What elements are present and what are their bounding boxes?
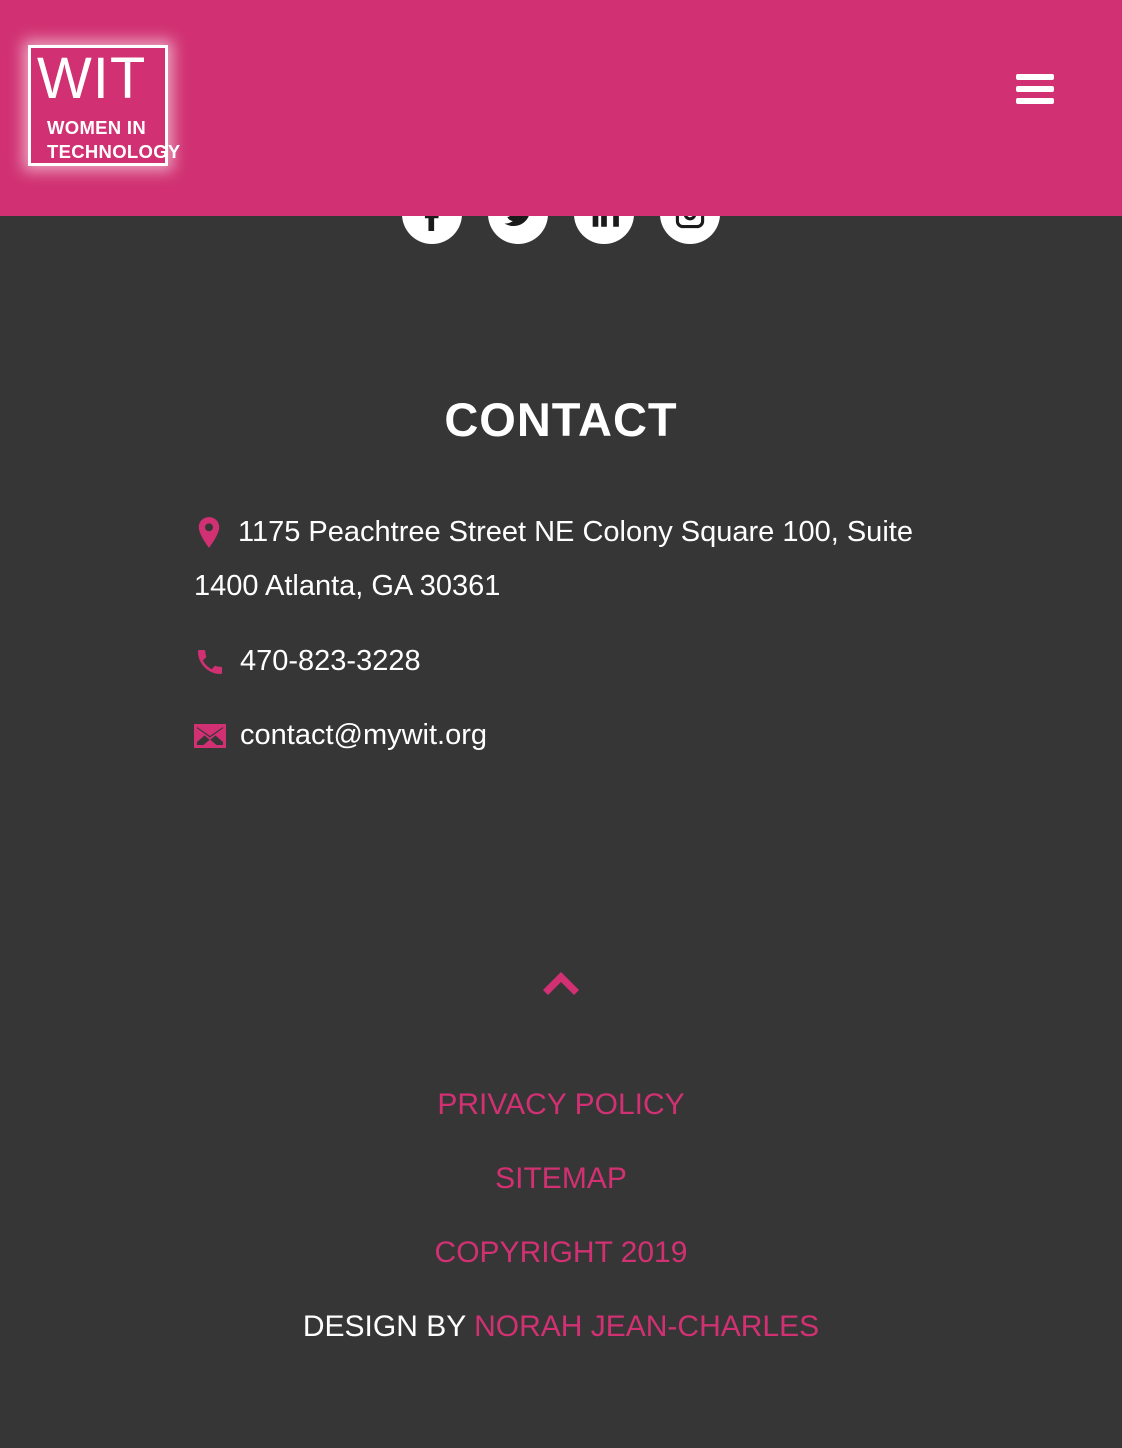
designer-link[interactable]: NORAH JEAN-CHARLES [474, 1310, 819, 1343]
hamburger-menu-icon[interactable] [1016, 74, 1054, 106]
contact-email[interactable]: contact@mywit.org [194, 708, 954, 762]
address-line2: 1400 Atlanta, GA 30361 [194, 570, 501, 602]
email-address: contact@mywit.org [240, 719, 488, 751]
chevron-up-icon [543, 972, 579, 995]
phone-icon [194, 646, 226, 678]
logo-wordmark: WIT [37, 46, 147, 111]
contact-address: 1175 Peachtree Street NE Colony Square 1… [194, 505, 954, 613]
privacy-policy-link[interactable]: PRIVACY POLICY [437, 1088, 684, 1121]
footer-privacy: PRIVACY POLICY [0, 1085, 1122, 1125]
address-line1: 1175 Peachtree Street NE Colony Square 1… [238, 516, 913, 548]
contact-heading: CONTACT [444, 393, 678, 446]
logo-tagline-line1: WOMEN IN [47, 117, 147, 138]
footer-sitemap: SITEMAP [0, 1159, 1122, 1199]
contact-phone[interactable]: 470-823-3228 [194, 634, 954, 688]
sitemap-link[interactable]: SITEMAP [495, 1162, 627, 1195]
footer-copyright: COPYRIGHT 2019 [0, 1233, 1122, 1273]
logo-tagline-line2: TECHNOLOGY [47, 141, 181, 162]
back-to-top-button[interactable] [541, 970, 581, 1000]
logo-tagline: WOMEN IN TECHNOLOGY [47, 116, 181, 164]
wit-logo[interactable]: WIT WOMEN IN TECHNOLOGY [28, 45, 180, 166]
phone-number: 470-823-3228 [240, 645, 421, 677]
site-header: WIT WOMEN IN TECHNOLOGY [0, 0, 1122, 216]
copyright-link[interactable]: COPYRIGHT 2019 [435, 1236, 688, 1269]
footer-credits: DESIGN BY NORAH JEAN-CHARLES [0, 1307, 1122, 1347]
design-by-label: DESIGN BY [302, 1310, 466, 1343]
map-pin-icon [194, 516, 224, 550]
envelope-icon [194, 722, 226, 750]
